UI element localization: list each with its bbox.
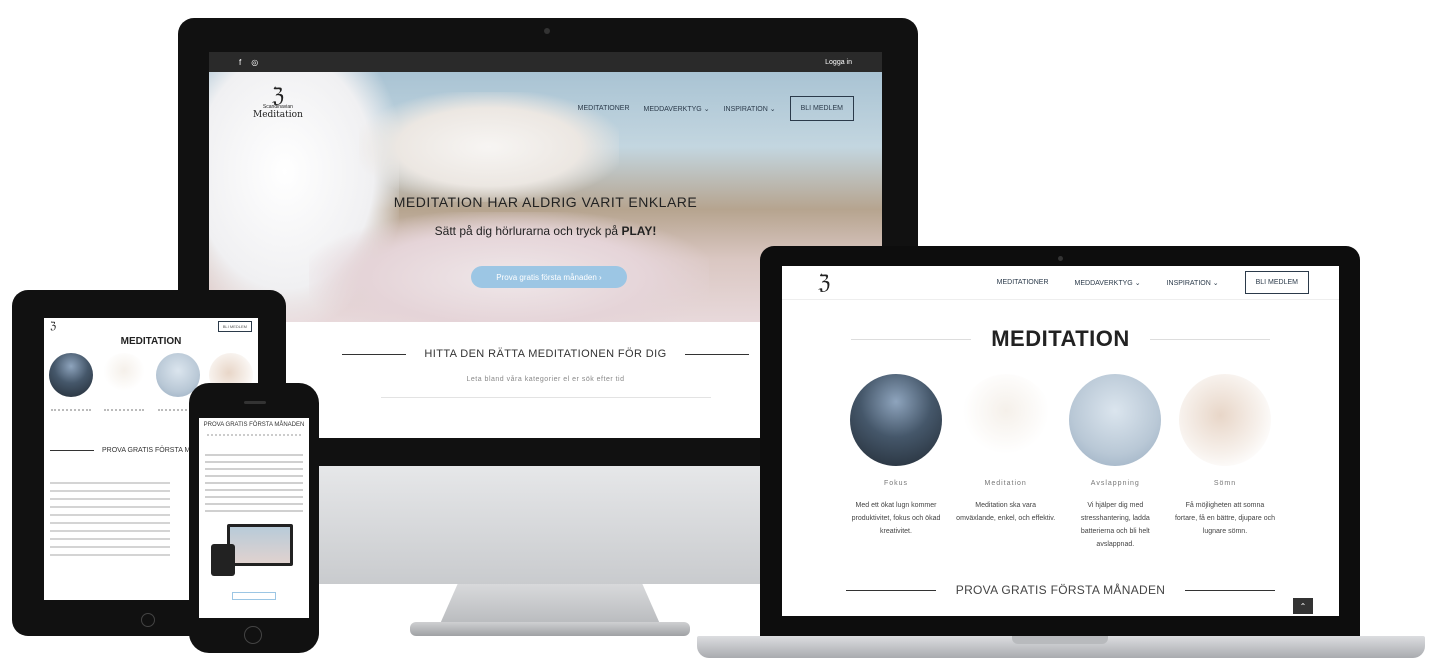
body-text-placeholder xyxy=(205,454,303,512)
category-name: Avslappning xyxy=(1090,480,1140,487)
divider xyxy=(380,397,711,398)
divider xyxy=(342,353,407,355)
prova-title: PROVA GRATIS FÖRSTA MÅNADEN xyxy=(955,583,1166,597)
iphone-screen: PROVA GRATIS FÖRSTA MÅNADEN xyxy=(199,418,309,618)
category-list: Fokus Med ett ökat lugn kommer produktiv… xyxy=(782,374,1339,551)
prova-heading: PROVA GRATIS FÖRSTA MÅNADEN xyxy=(782,583,1339,597)
iphone-home-button xyxy=(244,626,262,644)
imac-stand xyxy=(440,584,660,624)
category-image[interactable] xyxy=(1069,374,1162,466)
monitor-illustration xyxy=(227,524,293,566)
bli-medlem-button[interactable]: BLI MEDLEM xyxy=(1244,271,1309,294)
divider xyxy=(1149,338,1270,340)
category-image[interactable] xyxy=(48,353,93,397)
prova-title: PROVA GRATIS FÖRSTA MÅNADEN xyxy=(203,422,305,428)
bli-medlem-button[interactable]: BLI MEDLEM xyxy=(217,320,252,332)
hero-subtitle-text: Sätt på dig hörlurarna och tryck på xyxy=(434,224,622,238)
category-description: Med ett ökat lugn kommer produktivitet, … xyxy=(851,502,941,535)
nav-meddverktyg[interactable]: MEDDAVERKTYG ⌄ xyxy=(644,105,710,113)
divider xyxy=(845,589,936,591)
ipad-nav: ℨ BLI MEDLEM xyxy=(44,318,258,334)
logo-mark-icon[interactable]: ℨ xyxy=(50,321,56,332)
main-nav: MEDITATIONER MEDDAVERKTYG ⌄ INSPIRATION … xyxy=(578,96,854,121)
logo-big-text: Meditation xyxy=(253,110,303,120)
devices-illustration xyxy=(209,520,299,582)
nav-meditationer[interactable]: MEDITATIONER xyxy=(997,279,1049,286)
hero-title: MEDITATION HAR ALDRIG VARIT ENKLARE xyxy=(393,194,698,210)
subtitle-placeholder xyxy=(207,434,301,438)
divider xyxy=(1185,589,1276,591)
social-links: f ◎ xyxy=(239,58,258,67)
category-name: Fokus xyxy=(883,480,909,487)
instagram-icon[interactable]: ◎ xyxy=(251,58,258,67)
nav-meditationer[interactable]: MEDITATIONER xyxy=(578,105,630,112)
category-image[interactable] xyxy=(102,353,147,397)
devices-mockup: f ◎ Logga in ℨ Scandinavian Meditation M… xyxy=(0,0,1433,666)
divider xyxy=(684,353,749,355)
category-description: Få möjligheten att somna fortare, få en … xyxy=(1174,502,1275,535)
nav-meddverktyg[interactable]: MEDDAVERKTYG ⌄ xyxy=(1075,279,1141,287)
category-name: Sömn xyxy=(1213,480,1237,487)
hero-subtitle: Sätt på dig hörlurarna och tryck på PLAY… xyxy=(209,224,882,238)
category-card-avslappning[interactable]: Avslappning Vi hjälper dig med stresshan… xyxy=(1065,374,1165,551)
category-description: Meditation ska vara omväxlande, enkel, o… xyxy=(956,502,1056,522)
page-title: MEDITATION xyxy=(991,326,1130,351)
category-name: Meditation xyxy=(984,480,1027,487)
hero-subtitle-play: PLAY! xyxy=(621,224,657,238)
ipad-home-button xyxy=(141,613,155,627)
category-image[interactable] xyxy=(850,374,942,466)
category-card-meditation[interactable]: Meditation Meditation ska vara omväxland… xyxy=(956,374,1056,551)
laptop-camera xyxy=(1058,256,1063,261)
find-title: HITTA DEN RÄTTA MEDITATIONEN FÖR DIG xyxy=(424,348,667,360)
page-title-row: MEDITATION xyxy=(782,326,1339,352)
nav-inspiration[interactable]: INSPIRATION ⌄ xyxy=(724,105,776,113)
logo-mark-icon[interactable]: ℨ xyxy=(818,270,830,294)
cta-button[interactable] xyxy=(232,592,276,600)
category-image[interactable] xyxy=(959,374,1052,466)
iphone-speaker xyxy=(244,401,266,404)
site-logo[interactable]: ℨ Scandinavian Meditation xyxy=(253,83,303,120)
category-description: Vi hjälper dig med stresshantering, ladd… xyxy=(1080,502,1150,548)
imac-base xyxy=(410,622,690,636)
nav-inspiration[interactable]: INSPIRATION ⌄ xyxy=(1167,279,1219,287)
laptop-header: ℨ MEDITATIONER MEDDAVERKTYG ⌄ INSPIRATIO… xyxy=(782,266,1339,300)
top-bar: f ◎ Logga in xyxy=(209,52,882,72)
category-card-fokus[interactable]: Fokus Med ett ökat lugn kommer produktiv… xyxy=(846,374,946,551)
category-image[interactable] xyxy=(1178,374,1271,466)
bli-medlem-button[interactable]: BLI MEDLEM xyxy=(789,96,854,121)
main-nav: MEDITATIONER MEDDAVERKTYG ⌄ INSPIRATION … xyxy=(997,271,1309,294)
divider xyxy=(50,450,94,451)
laptop-notch xyxy=(1012,636,1108,644)
category-card-somn[interactable]: Sömn Få möjligheten att somna fortare, f… xyxy=(1175,374,1275,551)
page-title: MEDITATION xyxy=(120,336,182,347)
laptop-screen: ℨ MEDITATIONER MEDDAVERKTYG ⌄ INSPIRATIO… xyxy=(782,266,1339,616)
imac-camera xyxy=(544,28,550,34)
tablet-illustration xyxy=(211,544,235,576)
divider xyxy=(851,338,972,340)
try-free-button[interactable]: Prova gratis första månaden › xyxy=(471,266,627,288)
facebook-icon[interactable]: f xyxy=(239,58,241,67)
logo-mark-icon: ℨ xyxy=(271,83,285,107)
login-link[interactable]: Logga in xyxy=(825,59,852,66)
scroll-top-button[interactable]: ⌃ xyxy=(1293,598,1313,614)
